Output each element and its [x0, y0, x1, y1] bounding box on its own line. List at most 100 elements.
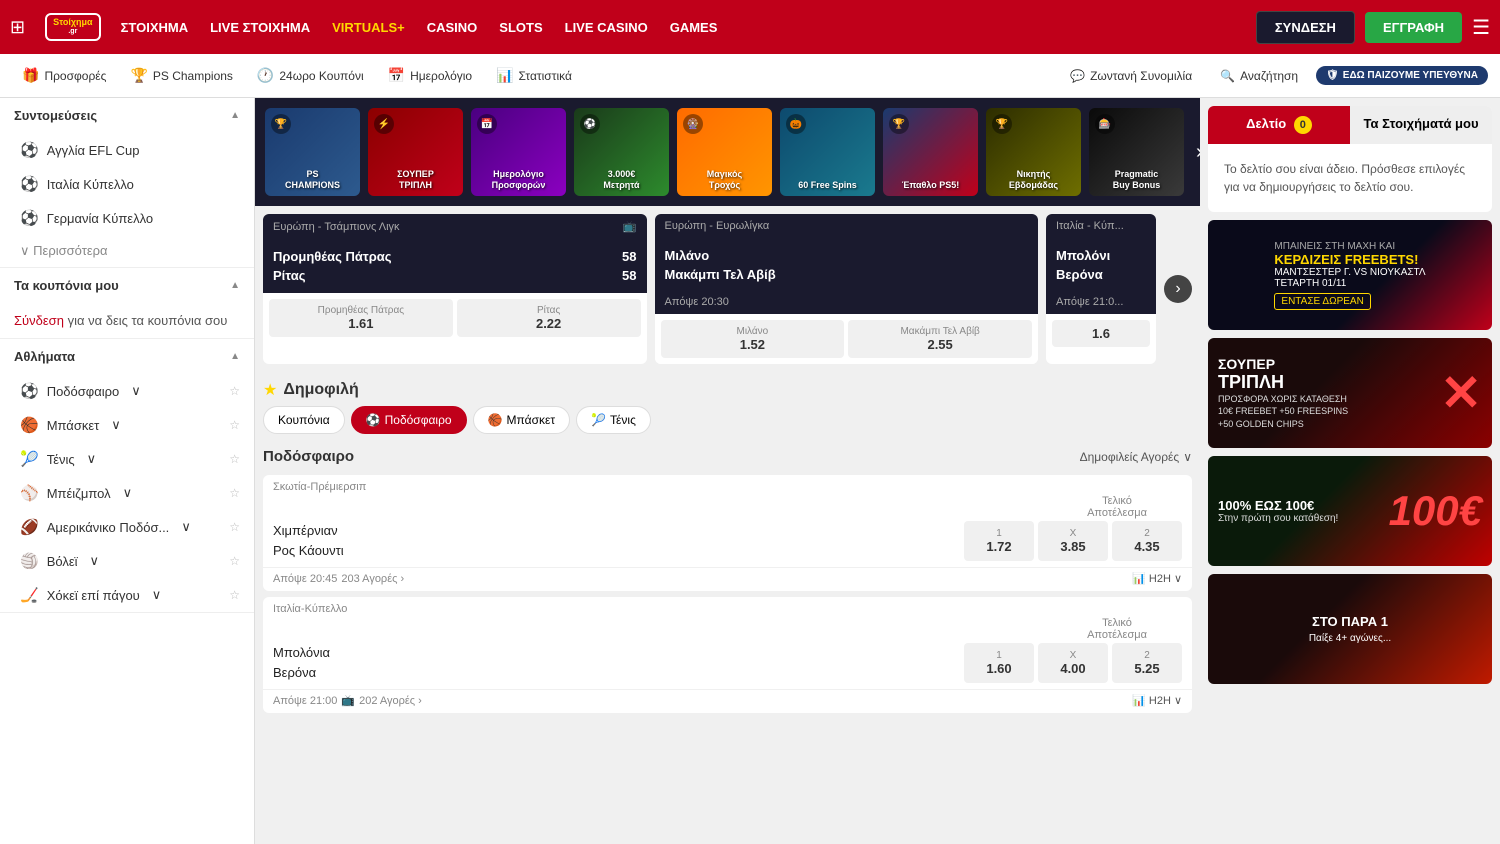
odd-btn-milan[interactable]: Μιλάνο 1.52: [661, 320, 845, 358]
nav-stoixima[interactable]: ΣΤΟΙΧΗΜΑ: [121, 20, 189, 35]
nav-slots[interactable]: SLOTS: [499, 20, 542, 35]
promo-card-ps-champions[interactable]: 🏆 PSCHAMPIONS: [265, 108, 360, 196]
markets-link-1[interactable]: 203 Αγορές ›: [341, 573, 404, 585]
promo-icon: 🏆: [271, 114, 291, 134]
sidebar-item-germania-kypello[interactable]: ⚽ Γερμανία Κύπελλο: [0, 201, 254, 235]
nav-casino[interactable]: CASINO: [427, 20, 478, 35]
prosfores-nav-item[interactable]: 🎁 Προσφορές: [12, 61, 116, 90]
odd-cell-1-1[interactable]: 1 1.72: [964, 521, 1034, 561]
promo-card-winner[interactable]: 🏆 ΝικητήςΕβδομάδας: [986, 108, 1081, 196]
promo-card-ps5[interactable]: 🏆 Έπαθλο PS5!: [883, 108, 978, 196]
kouponi-label: 24ωρο Κουπόνι: [279, 69, 363, 83]
h2h-button-1[interactable]: 📊 H2H ∨: [1132, 572, 1182, 585]
promo-banner-triple[interactable]: ΣΟΥΠΕΡ ΤΡΙΠΛΗ ΠΡΟΣΦΟΡΑ ΧΩΡΙΣ ΚΑΤΑΘΕΣΗ10€…: [1208, 338, 1492, 448]
match-carousel-arrow: ›: [1164, 214, 1192, 364]
ps-champions-nav-item[interactable]: 🏆 PS Champions: [120, 61, 242, 90]
match-next-arrow[interactable]: ›: [1164, 275, 1192, 303]
promo-card-free-spins[interactable]: 🎃 60 Free Spins: [780, 108, 875, 196]
promo-card-pragmatic[interactable]: 🎰 PragmaticBuy Bonus: [1089, 108, 1184, 196]
hamburger-icon[interactable]: ☰: [1472, 15, 1490, 40]
tab-mpasket[interactable]: 🏀 Μπάσκετ: [473, 406, 571, 434]
statistika-nav-item[interactable]: 📊 Στατιστικά: [486, 61, 582, 90]
sidebar-item-volei[interactable]: 🏐 Βόλεϊ ∨ ☆: [0, 544, 254, 578]
tab-kouponia[interactable]: Κουπόνια: [263, 406, 345, 434]
odd-label-1: Προμηθέας Πάτρας: [273, 305, 449, 316]
sidebar-item-tenis[interactable]: 🎾 Τένις ∨ ☆: [0, 442, 254, 476]
odd-cell-2-1[interactable]: 2 4.35: [1112, 521, 1182, 561]
carousel-next-arrow[interactable]: ›: [1192, 141, 1200, 164]
sports-header[interactable]: Αθλήματα ▲: [0, 339, 254, 374]
nav-games[interactable]: GAMES: [670, 20, 718, 35]
odd-cell-label-1: 1: [968, 528, 1030, 539]
promo-banner-para1[interactable]: ΣΤΟ ΠΑΡΑ 1Παίξε 4+ αγώνες...: [1208, 574, 1492, 684]
markets-link-2[interactable]: 202 Αγορές ›: [359, 695, 422, 707]
match-team-row-5: Μπολόνι: [1056, 246, 1146, 265]
odd-btn-team1[interactable]: Προμηθέας Πάτρας 1.61: [269, 299, 453, 337]
popular-markets-button[interactable]: Δημοφιλείς Αγορές ∨: [1080, 450, 1192, 464]
odd-value-milan: 1.52: [665, 337, 841, 352]
odd-cell-x-1[interactable]: Χ 3.85: [1038, 521, 1108, 561]
search-button[interactable]: 🔍 Αναζήτηση: [1210, 63, 1308, 89]
odd-value-2: 2.22: [461, 316, 637, 331]
match-row-footer-2: Απόψε 21:00 📺 202 Αγορές › 📊 H2H ∨: [263, 689, 1192, 713]
sidebar-item-podosfairo[interactable]: ⚽ Ποδόσφαιρο ∨ ☆: [0, 374, 254, 408]
sidebar-item-hockey[interactable]: 🏒 Χόκεϊ επί πάγου ∨ ☆: [0, 578, 254, 612]
promo-card-imerologio[interactable]: 📅 ΗμερολόγιοΠροσφορών: [471, 108, 566, 196]
responsible-label: ΕΔΩ ΠΑΙΖΟΥΜΕ ΥΠΕΥΘΥΝΑ: [1343, 70, 1478, 81]
chat-button[interactable]: 💬 Ζωντανή Συνομιλία: [1060, 63, 1202, 89]
sidebar-item-mpasket[interactable]: 🏀 Μπάσκετ ∨ ☆: [0, 408, 254, 442]
odd-btn-maccabi[interactable]: Μακάμπι Τελ Αβίβ 2.55: [848, 320, 1032, 358]
grid-icon[interactable]: ⊞: [10, 17, 25, 38]
sidebar-more-shortcuts[interactable]: ∨ Περισσότερα: [0, 235, 254, 267]
nav-virtuals[interactable]: VIRTUALS+: [332, 20, 405, 35]
nav-live-stoixima[interactable]: LIVE ΣΤΟΙΧΗΜΑ: [210, 20, 310, 35]
right-panel: Δελτίο 0 Τα Στοιχήματά μου Το δελτίο σου…: [1200, 98, 1500, 844]
promo-banner-inner-1: ΜΠΑΙΝΕΙΣ ΣΤΗ ΜΑΧΗ ΚΑΙ ΚΕΡΔΙΖΕΙΣ FREEBETS…: [1208, 220, 1492, 330]
shortcuts-title: Συντομεύσεις: [14, 108, 97, 123]
promo-banner-freebets[interactable]: ΜΠΑΙΝΕΙΣ ΣΤΗ ΜΑΧΗ ΚΑΙ ΚΕΡΔΙΖΕΙΣ FREEBETS…: [1208, 220, 1492, 330]
match-time-info-1: Απόψε 20:45 203 Αγορές ›: [273, 573, 404, 585]
sidebar-item-mpeizbол[interactable]: ⚾ Μπέιζμπολ ∨ ☆: [0, 476, 254, 510]
imerologio-nav-item[interactable]: 📅 Ημερολόγιο: [378, 61, 482, 90]
sidebar-item-american-football[interactable]: 🏈 Αμερικάνικο Ποδόσ... ∨ ☆: [0, 510, 254, 544]
podosfairo-chevron: ∨: [131, 383, 141, 399]
promo-banner-100[interactable]: 100% ΕΩΣ 100€ Στην πρώτη σου κατάθεση! 1…: [1208, 456, 1492, 566]
odd-cell-x-2[interactable]: Χ 4.00: [1038, 643, 1108, 683]
odd-value-3: 1.6: [1056, 326, 1146, 341]
sports-section: Αθλήματα ▲ ⚽ Ποδόσφαιρο ∨ ☆ 🏀 Μπάσκετ ∨ …: [0, 339, 254, 613]
h2h-button-2[interactable]: 📊 H2H ∨: [1132, 694, 1182, 707]
responsible-gambling-button[interactable]: 🛡 ΕΔΩ ΠΑΙΖΟΥΜΕ ΥΠΕΥΘΥΝΑ: [1316, 66, 1488, 85]
sidebar-item-efl[interactable]: ⚽ Αγγλία EFL Cup: [0, 133, 254, 167]
prosfores-label: Προσφορές: [44, 69, 106, 83]
american-football-icon: 🏈: [20, 518, 39, 536]
tab-podosfairo[interactable]: ⚽ Ποδόσφαιρο: [351, 406, 467, 434]
betslip-tab-deltio[interactable]: Δελτίο 0: [1208, 106, 1350, 144]
tab-mpasket-label: Μπάσκετ: [507, 413, 556, 427]
tab-tenis[interactable]: 🎾 Τένις: [576, 406, 651, 434]
odd-cell-2-2[interactable]: 2 5.25: [1112, 643, 1182, 683]
site-logo[interactable]: Sτοίχημα .gr: [45, 13, 101, 40]
top-navigation: ⊞ Sτοίχημα .gr ΣΤΟΙΧΗΜΑ LIVE ΣΤΟΙΧΗΜΑ VI…: [0, 0, 1500, 54]
tenis-label: Τένις: [47, 452, 75, 467]
odd-btn-team2[interactable]: Ρίτας 2.22: [457, 299, 641, 337]
coupons-login-link[interactable]: Σύνδεση: [14, 313, 64, 328]
kouponi-nav-item[interactable]: 🕐 24ωρο Κουπόνι: [247, 61, 374, 90]
soccer-icon: ⚽: [20, 175, 39, 193]
nav-live-casino[interactable]: LIVE CASINO: [565, 20, 648, 35]
betslip-tab-my-bets[interactable]: Τα Στοιχήματά μου: [1350, 106, 1492, 144]
sidebar-item-italia-kypello[interactable]: ⚽ Ιταλία Κύπελλο: [0, 167, 254, 201]
promo-card-magic-wheel[interactable]: 🎡 ΜαγικόςΤροχός: [677, 108, 772, 196]
match-odds-3: 1.6: [1046, 314, 1156, 353]
shortcuts-header[interactable]: Συντομεύσεις ▲: [0, 98, 254, 133]
odd-btn-3[interactable]: 1.6: [1052, 320, 1150, 347]
coupons-text: για να δεις τα κουπόνια σου: [68, 313, 228, 328]
chevron-down-icon: ∨: [1183, 450, 1192, 464]
promo-card-metrita[interactable]: ⚽ 3.000€Μετρητά: [574, 108, 669, 196]
login-button[interactable]: ΣΥΝΔΕΣΗ: [1256, 11, 1355, 44]
register-button[interactable]: ΕΓΓΡΑΦΗ: [1365, 12, 1462, 43]
odd-cell-1-2[interactable]: 1 1.60: [964, 643, 1034, 683]
coupons-header[interactable]: Τα κουπόνια μου ▲: [0, 268, 254, 303]
promo-card-label: ΣΟΥΠΕΡΤΡΙΠΛΗ: [397, 169, 434, 191]
match-row-2: Ιταλία-Κύπελλο Τελικό Αποτέλεσμα Μπολόνι…: [263, 597, 1192, 713]
promo-card-super-triple[interactable]: ⚡ ΣΟΥΠΕΡΤΡΙΠΛΗ: [368, 108, 463, 196]
